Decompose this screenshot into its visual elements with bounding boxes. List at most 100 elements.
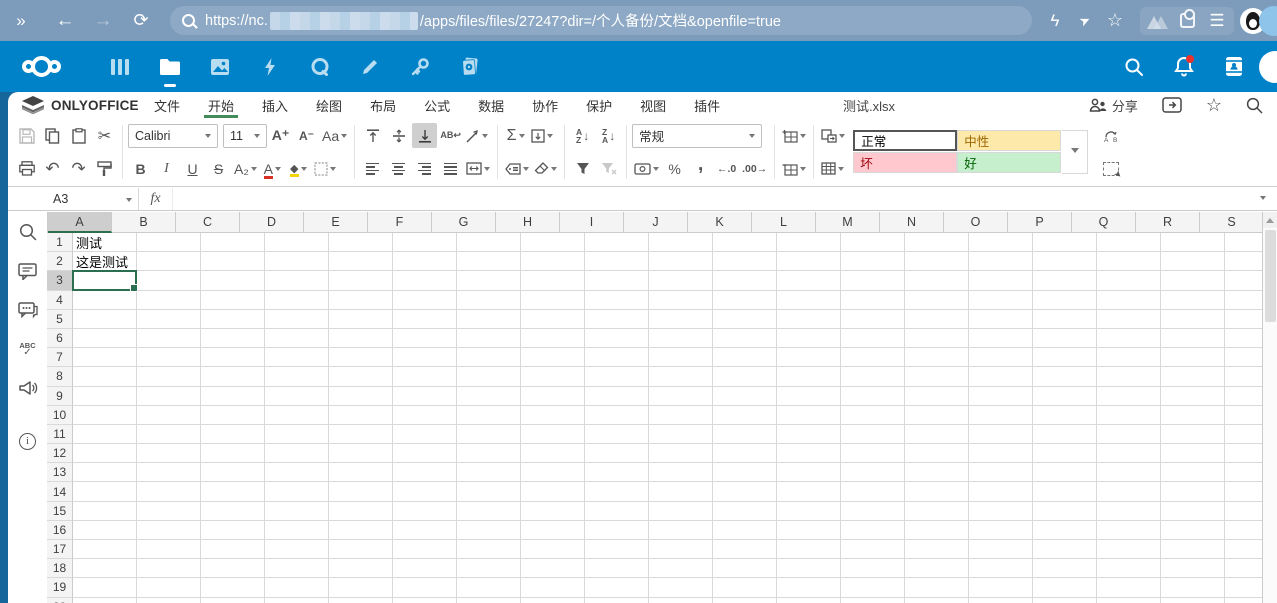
cell-F20[interactable] [393,598,457,603]
cell-Q2[interactable] [1097,252,1161,271]
cell-C7[interactable] [201,348,265,367]
cell-O16[interactable] [969,521,1033,540]
cell-M4[interactable] [841,291,905,310]
cell-P11[interactable] [1033,425,1097,444]
cell-E20[interactable] [329,598,393,603]
cell-Q17[interactable] [1097,540,1161,559]
cell-Q5[interactable] [1097,310,1161,329]
cell-O1[interactable] [969,233,1033,252]
cell-N4[interactable] [905,291,969,310]
cell-L20[interactable] [777,598,841,603]
cell-D18[interactable] [265,559,329,578]
spellcheck-icon[interactable]: ABC✓ [18,339,38,359]
column-header-J[interactable]: J [624,212,688,233]
cell-R20[interactable] [1161,598,1225,603]
cell-L1[interactable] [777,233,841,252]
cell-C19[interactable] [201,578,265,597]
cell-G18[interactable] [457,559,521,578]
cell-K19[interactable] [713,578,777,597]
cell-J17[interactable] [649,540,713,559]
cell-S3[interactable] [1225,271,1262,290]
fill-down-button[interactable] [529,123,555,148]
cell-D7[interactable] [265,348,329,367]
cell-R6[interactable] [1161,329,1225,348]
cell-P16[interactable] [1033,521,1097,540]
cell-E8[interactable] [329,367,393,386]
row-header-16[interactable]: 16 [47,521,73,540]
formula-input[interactable] [173,188,1249,210]
cell-O3[interactable] [969,271,1033,290]
cell-N7[interactable] [905,348,969,367]
cell-L4[interactable] [777,291,841,310]
cell-D15[interactable] [265,502,329,521]
cell-K8[interactable] [713,367,777,386]
reload-button[interactable]: ⟳ [126,7,156,35]
cell-J11[interactable] [649,425,713,444]
cell-F1[interactable] [393,233,457,252]
cell-I4[interactable] [585,291,649,310]
cell-style-bad[interactable]: 坏 [853,152,957,173]
row-header-18[interactable]: 18 [47,559,73,578]
cell-Q12[interactable] [1097,444,1161,463]
italic-button[interactable]: I [154,156,179,181]
cell-A15[interactable] [73,502,137,521]
cell-N15[interactable] [905,502,969,521]
cell-S2[interactable] [1225,252,1262,271]
cell-C11[interactable] [201,425,265,444]
cell-I12[interactable] [585,444,649,463]
cell-C12[interactable] [201,444,265,463]
browser-menu-icon[interactable]: ☰ [1202,7,1232,35]
cell-H11[interactable] [521,425,585,444]
cell-S20[interactable] [1225,598,1262,603]
cell-R7[interactable] [1161,348,1225,367]
filter-button[interactable] [570,156,595,181]
cell-L9[interactable] [777,387,841,406]
save-button[interactable] [14,123,39,148]
percent-style-button[interactable]: % [662,156,687,181]
cell-N10[interactable] [905,406,969,425]
cell-N11[interactable] [905,425,969,444]
cell-C16[interactable] [201,521,265,540]
increase-decimal-button[interactable]: .00→ [740,156,769,181]
cell-M11[interactable] [841,425,905,444]
cell-style-normal[interactable]: 正常 [853,130,957,151]
cell-D13[interactable] [265,463,329,482]
column-header-C[interactable]: C [176,212,240,233]
cell-R10[interactable] [1161,406,1225,425]
cell-D20[interactable] [265,598,329,603]
tab-overflow-icon[interactable]: » [6,7,36,35]
row-header-7[interactable]: 7 [47,348,73,367]
cell-P14[interactable] [1033,482,1097,501]
cell-B5[interactable] [137,310,201,329]
cell-B20[interactable] [137,598,201,603]
number-format-select[interactable]: 常规 [632,124,762,148]
column-header-N[interactable]: N [880,212,944,233]
cell-H17[interactable] [521,540,585,559]
cell-O14[interactable] [969,482,1033,501]
cell-B13[interactable] [137,463,201,482]
cell-A8[interactable] [73,367,137,386]
cell-E15[interactable] [329,502,393,521]
scroll-up-arrow[interactable] [1263,212,1277,228]
cell-R13[interactable] [1161,463,1225,482]
cell-O13[interactable] [969,463,1033,482]
row-header-12[interactable]: 12 [47,444,73,463]
column-header-L[interactable]: L [752,212,816,233]
strikethrough-button[interactable]: S [206,156,231,181]
cell-N20[interactable] [905,598,969,603]
vertical-scrollbar[interactable] [1262,212,1277,603]
column-header-R[interactable]: R [1136,212,1200,233]
align-middle-button[interactable] [386,123,411,148]
cell-A19[interactable] [73,578,137,597]
cell-J6[interactable] [649,329,713,348]
cell-D10[interactable] [265,406,329,425]
cell-C17[interactable] [201,540,265,559]
cell-E13[interactable] [329,463,393,482]
cell-Q3[interactable] [1097,271,1161,290]
cell-M13[interactable] [841,463,905,482]
cell-P6[interactable] [1033,329,1097,348]
cell-J2[interactable] [649,252,713,271]
cell-P15[interactable] [1033,502,1097,521]
column-header-I[interactable]: I [560,212,624,233]
cell-P9[interactable] [1033,387,1097,406]
